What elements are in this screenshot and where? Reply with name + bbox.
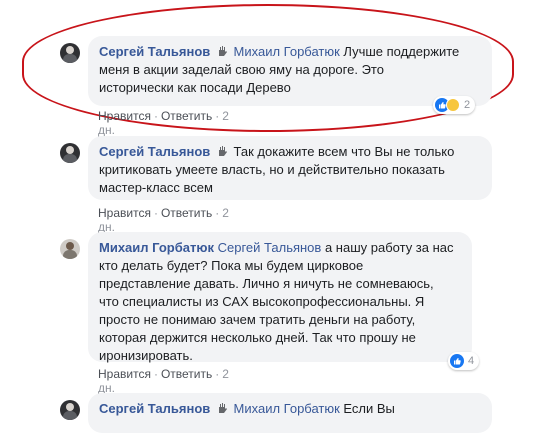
like-link[interactable]: Нравится — [98, 367, 151, 381]
comment-text-line: мастер-класс всем — [99, 180, 213, 195]
comment-text-line: которая держится несколько дней. Так что… — [99, 330, 416, 345]
comment-text-line: Если Вы — [343, 401, 395, 416]
comment-bubble: Сергей Тальянов Михаил Горбатюк Лучше по… — [88, 36, 492, 106]
comment-text-line: а нашу работу за нас — [324, 240, 454, 255]
comment-actions: Нравится · Ответить · 2 дн. — [98, 206, 229, 234]
like-icon — [450, 354, 464, 368]
avatar[interactable] — [60, 143, 80, 163]
avatar[interactable] — [60, 400, 80, 420]
comment-text-line: просто не понимаю зачем тратить деньги н… — [99, 312, 416, 327]
reactions-badge[interactable]: 4 — [448, 352, 480, 370]
reaction-count: 2 — [464, 99, 471, 111]
comment-text-line: Лучше поддержите — [343, 44, 460, 59]
haha-icon — [446, 98, 460, 112]
comment-bubble: Михаил Горбатюк Сергей Тальянов а нашу р… — [88, 232, 472, 363]
comment-bubble: Сергей Тальянов Так докажите всем что Вы… — [88, 136, 492, 200]
comment-author[interactable]: Сергей Тальянов — [99, 44, 210, 59]
comment-author[interactable]: Сергей Тальянов — [99, 401, 210, 416]
avatar[interactable] — [60, 43, 80, 63]
avatar[interactable] — [60, 239, 80, 259]
comment-author[interactable]: Сергей Тальянов — [99, 144, 210, 159]
comment-actions: Нравится · Ответить · 2 дн. — [98, 367, 229, 395]
comment-text-line: представление давать. Лично я ничуть не … — [99, 276, 434, 291]
hand-badge-icon — [218, 146, 227, 156]
mention-link[interactable]: Михаил Горбатюк — [234, 44, 340, 59]
hand-badge-icon — [218, 46, 227, 56]
comment-text-line: что специалисты из САХ высокопрофессиона… — [99, 294, 425, 309]
comment-text-line: исторически как посади Дерево — [99, 80, 291, 95]
like-link[interactable]: Нравится — [98, 206, 151, 220]
mention-link[interactable]: Михаил Горбатюк — [234, 401, 340, 416]
reactions-badge[interactable]: 2 — [433, 96, 476, 114]
reaction-count: 4 — [468, 355, 475, 367]
mention-link[interactable]: Сергей Тальянов — [218, 240, 322, 255]
comment-bubble: Сергей Тальянов Михаил Горбатюк Если Вы — [88, 393, 492, 433]
comment-text-line: иронизировать. — [99, 348, 193, 363]
hand-badge-icon — [218, 403, 227, 413]
reply-link[interactable]: Ответить — [161, 206, 212, 220]
like-link[interactable]: Нравится — [98, 109, 151, 123]
comment-author[interactable]: Михаил Горбатюк — [99, 240, 214, 255]
comment-text-line: Так докажите всем что Вы не только — [233, 144, 455, 159]
comment-text-line: кто делать будет? Пока мы будем цирковое — [99, 258, 364, 273]
comment-actions: Нравится · Ответить · 2 дн. — [98, 109, 229, 137]
comment-text-line: критиковать умеете власть, но и действит… — [99, 162, 445, 177]
reply-link[interactable]: Ответить — [161, 367, 212, 381]
reply-link[interactable]: Ответить — [161, 109, 212, 123]
comment-text-line: меня в акции заделай свою яму на дороге.… — [99, 62, 384, 77]
